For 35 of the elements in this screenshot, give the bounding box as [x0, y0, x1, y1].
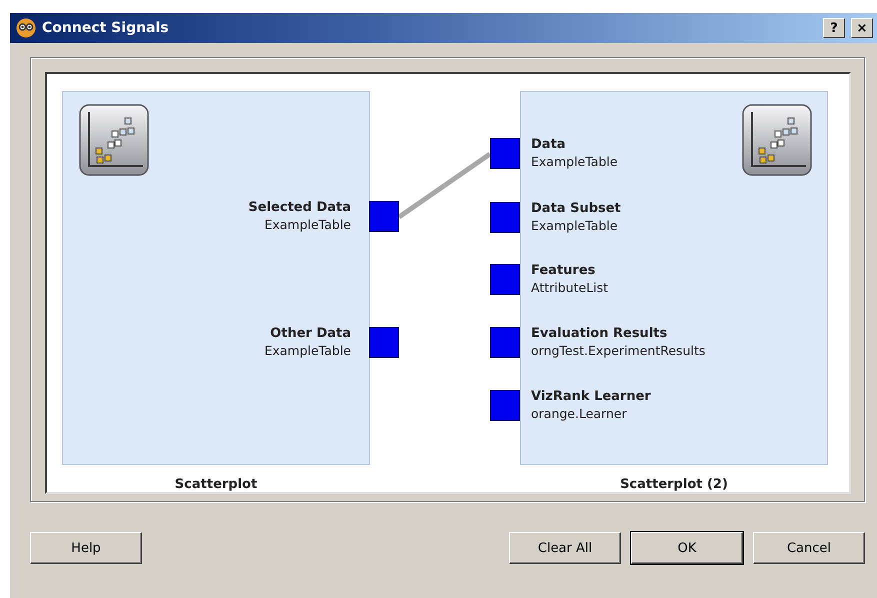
- dialog-button[interactable]: Cancel: [753, 532, 865, 564]
- signal-type: ExampleTable: [531, 217, 619, 234]
- signal-type: AttributeList: [531, 279, 608, 296]
- output-port[interactable]: [369, 327, 399, 358]
- input-port[interactable]: [490, 264, 520, 295]
- input-port[interactable]: [490, 390, 520, 421]
- widget-name: Scatterplot: [174, 477, 258, 492]
- signal-type: ExampleTable: [264, 342, 351, 359]
- window-title: Connect Signals: [42, 20, 170, 36]
- signal-name: Selected Data: [248, 199, 351, 216]
- signal-type: orngTest.ExperimentResults: [531, 342, 706, 359]
- output-port[interactable]: [369, 201, 399, 232]
- connection-line[interactable]: [398, 183, 446, 220]
- connection-line[interactable]: [443, 152, 492, 188]
- input-port[interactable]: [490, 202, 520, 233]
- goggles-icon: [16, 18, 36, 38]
- signal-type: orange.Learner: [531, 405, 628, 422]
- signal-type: ExampleTable: [531, 153, 618, 170]
- signal-name: Data: [531, 136, 567, 153]
- scatterplot-icon: [742, 104, 812, 176]
- signal-name: Other Data: [270, 325, 351, 342]
- dialog-button[interactable]: Help: [30, 532, 142, 564]
- dialog-button[interactable]: Clear All: [509, 532, 621, 564]
- scatterplot-icon: [79, 104, 149, 176]
- input-port[interactable]: [490, 327, 520, 358]
- dialog-button[interactable]: OK: [631, 532, 743, 564]
- signal-name: Features: [531, 262, 596, 279]
- signal-name: Evaluation Results: [531, 325, 668, 342]
- signal-name: VizRank Learner: [531, 388, 651, 405]
- title-bar-button[interactable]: ×: [851, 18, 873, 38]
- title-bar-button[interactable]: ?: [823, 18, 845, 38]
- widget-name: Scatterplot (2): [619, 477, 729, 492]
- signal-name: Data Subset: [531, 200, 621, 217]
- input-port[interactable]: [490, 138, 520, 169]
- signal-type: ExampleTable: [264, 216, 351, 233]
